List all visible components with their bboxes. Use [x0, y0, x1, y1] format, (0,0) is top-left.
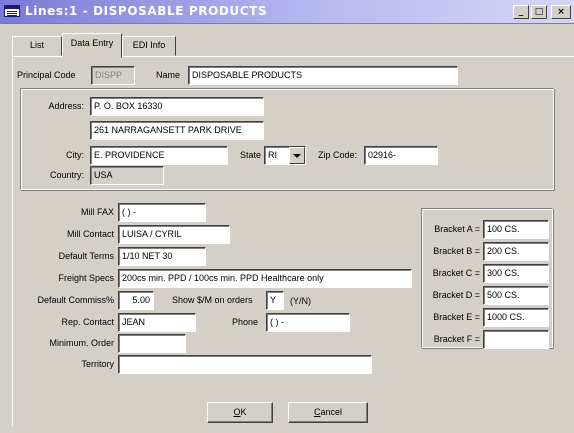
- bracket-b-field[interactable]: 200 CS.: [483, 242, 549, 261]
- city-field[interactable]: E. PROVIDENCE: [90, 146, 228, 165]
- default-commiss-field[interactable]: 5.00: [118, 291, 154, 310]
- show-m-label: Show $/M on orders: [172, 295, 253, 305]
- phone-field[interactable]: ( ) -: [266, 313, 350, 332]
- state-label: State: [240, 150, 262, 160]
- mill-contact-label: Mill Contact: [66, 229, 114, 239]
- tab-edi-info[interactable]: EDI Info: [122, 36, 176, 56]
- tab-data-entry[interactable]: Data Entry: [62, 33, 122, 58]
- table-icon: [4, 5, 20, 17]
- cancel-button[interactable]: Cancel: [288, 402, 368, 423]
- bracket-a-label: Bracket A =: [434, 224, 480, 234]
- close-button[interactable]: ×: [551, 5, 571, 19]
- freight-specs-field[interactable]: 200cs min. PPD / 100cs min. PPD Healthca…: [118, 269, 412, 288]
- min-order-field[interactable]: [118, 334, 186, 353]
- maximize-button[interactable]: □: [531, 5, 547, 19]
- minimize-button[interactable]: _: [513, 5, 529, 19]
- country-label: Country:: [49, 170, 84, 180]
- bracket-f-field[interactable]: [483, 330, 549, 349]
- state-value: RI: [268, 150, 277, 160]
- country-field: USA: [90, 166, 164, 185]
- freight-specs-label: Freight Specs: [58, 273, 114, 283]
- yn-hint: (Y/N): [290, 296, 311, 306]
- ok-mnemonic: O: [233, 407, 241, 417]
- tab-list[interactable]: List: [12, 36, 62, 56]
- bracket-d-label: Bracket D =: [432, 290, 480, 300]
- address-line2-field[interactable]: 261 NARRAGANSETT PARK DRIVE: [90, 121, 264, 140]
- min-order-label: Minimum. Order: [49, 338, 114, 348]
- bracket-e-field[interactable]: 1000 CS.: [483, 308, 549, 327]
- ok-label: K: [240, 407, 247, 417]
- default-terms-field[interactable]: 1/10 NET 30: [118, 247, 206, 266]
- bracket-f-label: Bracket F =: [433, 334, 480, 344]
- window-title: Lines:1 - DISPOSABLE PRODUCTS: [25, 4, 268, 18]
- bracket-c-field[interactable]: 300 CS.: [483, 264, 549, 283]
- bracket-d-field[interactable]: 500 CS.: [483, 286, 549, 305]
- default-commiss-label: Default Commiss%: [37, 295, 114, 305]
- mill-fax-field[interactable]: ( ) -: [118, 203, 206, 222]
- rep-contact-label: Rep. Contact: [61, 317, 114, 327]
- chevron-down-icon[interactable]: [289, 147, 305, 164]
- bracket-b-label: Bracket B =: [433, 246, 480, 256]
- phone-label: Phone: [232, 317, 259, 327]
- territory-label: Territory: [81, 359, 114, 369]
- territory-field[interactable]: [118, 355, 372, 374]
- city-label: City:: [66, 150, 84, 160]
- principal-code-label: Principal Code: [17, 70, 76, 80]
- name-label: Name: [156, 70, 181, 80]
- zip-code-field[interactable]: 02916-: [364, 146, 438, 165]
- address-line1-field[interactable]: P. O. BOX 16330: [90, 97, 264, 116]
- mill-fax-label: Mill FAX: [80, 207, 114, 217]
- show-m-field[interactable]: Y: [266, 291, 284, 310]
- bracket-a-field[interactable]: 100 CS.: [483, 220, 549, 239]
- ok-button[interactable]: OK: [207, 402, 273, 423]
- address-label: Address:: [48, 101, 84, 111]
- principal-code-field: DISPP: [91, 66, 135, 85]
- default-terms-label: Default Terms: [58, 251, 114, 261]
- title-bar: Lines:1 - DISPOSABLE PRODUCTS _ □ ×: [0, 0, 574, 24]
- rep-contact-field[interactable]: JEAN: [118, 313, 196, 332]
- bracket-c-label: Bracket C =: [432, 268, 480, 278]
- zip-code-label: Zip Code:: [318, 150, 358, 160]
- bracket-e-label: Bracket E =: [433, 312, 480, 322]
- cancel-label: ancel: [320, 407, 342, 417]
- mill-contact-field[interactable]: LUISA / CYRIL: [118, 225, 230, 244]
- tab-strip: List Data Entry EDI Info: [0, 24, 574, 58]
- name-field[interactable]: DISPOSABLE PRODUCTS: [188, 66, 458, 85]
